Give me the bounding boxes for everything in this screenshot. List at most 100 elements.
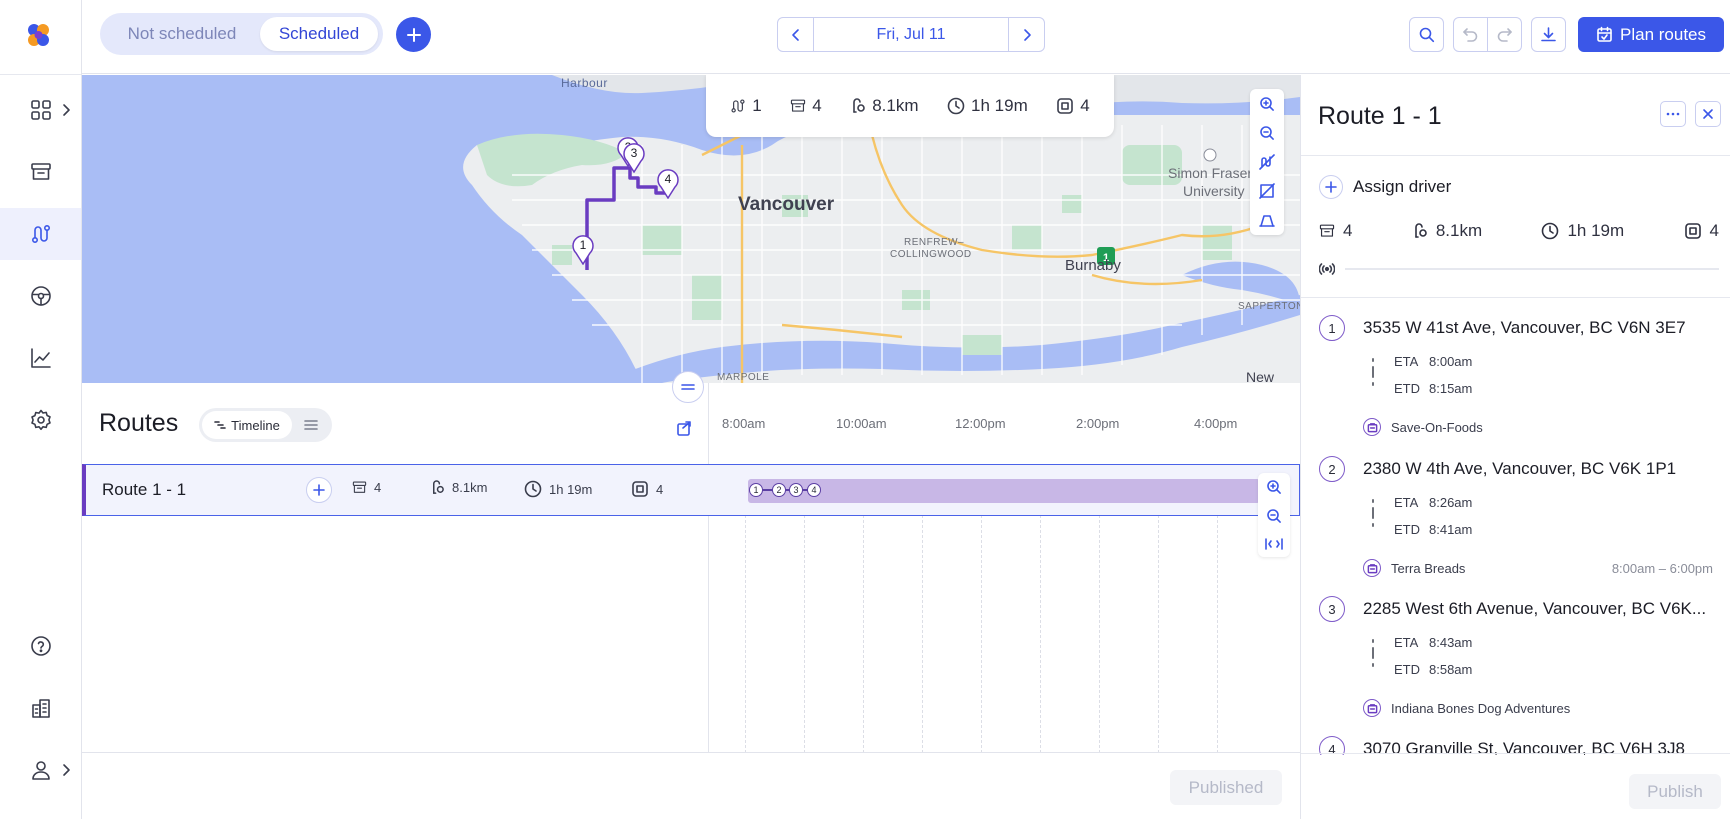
expand-icon [677,421,691,436]
assign-driver-plus[interactable] [1319,175,1343,199]
expand-routes-button[interactable] [676,421,692,437]
map-view[interactable]: 1 1 2 3 4 Harbour Vancouver RENFREW– COL… [82,75,1300,383]
map-pin-3[interactable]: 3 [623,141,645,173]
map-label-harbour: Harbour [561,76,608,90]
route-detail-panel: Route 1 - 1 Assign driver 4 8.1km 1h 19m… [1300,75,1730,819]
redo-button[interactable] [1487,17,1522,52]
list-view-button[interactable] [292,419,329,431]
eta-label: ETA [1394,354,1419,369]
panel-stops: 4 [1684,221,1719,241]
nav-item-settings[interactable] [0,394,81,446]
timeline-stop[interactable]: 2 [772,483,786,497]
map-label-vancouver: Vancouver [738,194,835,215]
user-icon [31,761,50,780]
panel-duration-value: 1h 19m [1567,221,1625,240]
nav-item-drivers[interactable] [0,270,81,322]
store-icon [1363,418,1381,436]
download-button[interactable] [1531,17,1566,52]
route-row-orders: 4 [352,480,381,495]
plan-routes-button[interactable]: Plan routes [1578,17,1724,52]
timeline-stop[interactable]: 4 [807,483,821,497]
timeline-stop[interactable]: 3 [789,483,803,497]
route-row-name: Route 1 - 1 [102,480,187,499]
map-pin-1[interactable]: 1 [572,233,594,265]
stop-address: 2380 W 4th Ave, Vancouver, BC V6K 1P1 [1363,459,1677,478]
panel-footer: Publish [1301,753,1730,819]
timeline-divider [708,383,709,753]
zoom-out-icon[interactable] [1266,508,1282,524]
more-icon [1666,112,1680,116]
zoom-in-icon[interactable] [1259,96,1275,112]
nav-item-company[interactable] [0,682,81,734]
distance-icon [1415,223,1427,238]
depot-icon[interactable] [1259,212,1275,228]
date-label[interactable]: Fri, Jul 11 [814,26,1008,44]
settings-icon [30,409,51,431]
panel-orders: 4 [1319,221,1352,241]
hide-routes-icon[interactable] [1259,154,1275,170]
more-options-button[interactable] [1660,101,1686,127]
zoom-out-icon[interactable] [1259,125,1275,141]
nav-item-routes[interactable] [0,208,81,260]
calendar-route-icon [1597,26,1612,42]
stop-number: 3 [1319,596,1345,622]
close-icon [1703,109,1713,119]
summary-routes: 1 [730,96,762,116]
etd-label: ETD [1394,381,1420,396]
eta-label: ETA [1394,635,1419,650]
assign-driver[interactable]: Assign driver [1319,175,1451,199]
top-bar: Not scheduled Scheduled Fri, Jul 11 Plan… [82,0,1730,74]
route-row-stops-value: 4 [656,481,664,497]
map-label-sfu-line1: Simon Fraser [1168,165,1253,181]
stop-place-name: Indiana Bones Dog Adventures [1391,700,1571,716]
nav-item-help[interactable] [0,620,81,672]
summary-distance: 8.1km [850,96,919,116]
timeline-view-button[interactable]: Timeline [202,411,292,439]
next-date-button[interactable] [1008,18,1044,51]
nav-item-analytics[interactable] [0,332,81,384]
undo-button[interactable] [1453,17,1488,52]
map-pin-4[interactable]: 4 [657,167,679,199]
orders-icon [791,99,806,112]
nav-item-dashboard[interactable] [0,84,81,136]
summary-duration: 1h 19m [947,96,1028,116]
published-button[interactable]: Published [1170,770,1282,805]
close-panel-button[interactable] [1695,101,1721,127]
plan-routes-label: Plan routes [1620,24,1706,44]
search-button[interactable] [1409,17,1444,52]
stop-time-line [1372,499,1374,527]
plus-icon [313,484,325,496]
hide-zones-icon[interactable] [1259,183,1275,199]
analytics-icon [30,348,51,368]
add-button[interactable] [396,17,431,52]
collapse-map-button[interactable] [672,371,704,403]
nav-item-user[interactable] [0,744,81,796]
route-row[interactable]: Route 1 - 1 4 8.1km 1h 19m 4 1 2 3 4 [82,464,1300,516]
stop-place: Save-On-Foods [1363,418,1483,436]
prev-date-button[interactable] [778,18,814,51]
etd-label: ETD [1394,662,1420,677]
map-label-sfu-line2: University [1183,183,1245,199]
timeline-stop[interactable]: 1 [749,483,763,497]
etd-value: 8:15am [1429,381,1473,396]
panel-distance-value: 8.1km [1435,221,1483,240]
stop-time-line [1372,358,1374,386]
redo-icon [1497,28,1512,42]
tab-scheduled[interactable]: Scheduled [260,17,378,51]
map-toolbar [1250,89,1284,235]
store-icon [1363,699,1381,717]
assign-driver-button[interactable] [306,477,332,503]
panel-distance: 8.1km [1412,221,1482,241]
route-row-duration-value: 1h 19m [549,481,593,497]
nav-item-orders[interactable] [0,146,81,198]
stop-place: Terra Breads [1363,559,1465,577]
map-label-sapperton: SAPPERTON [1238,301,1300,312]
publish-button[interactable]: Publish [1629,774,1721,809]
map-canvas[interactable]: 1 [82,75,1300,383]
date-navigator: Fri, Jul 11 [777,17,1045,52]
fit-width-icon[interactable] [1265,537,1283,551]
route-row-stops: 4 [631,480,663,498]
route-timeline-bar[interactable] [748,479,1260,503]
zoom-in-icon[interactable] [1266,479,1282,495]
tab-not-scheduled[interactable]: Not scheduled [104,17,260,51]
